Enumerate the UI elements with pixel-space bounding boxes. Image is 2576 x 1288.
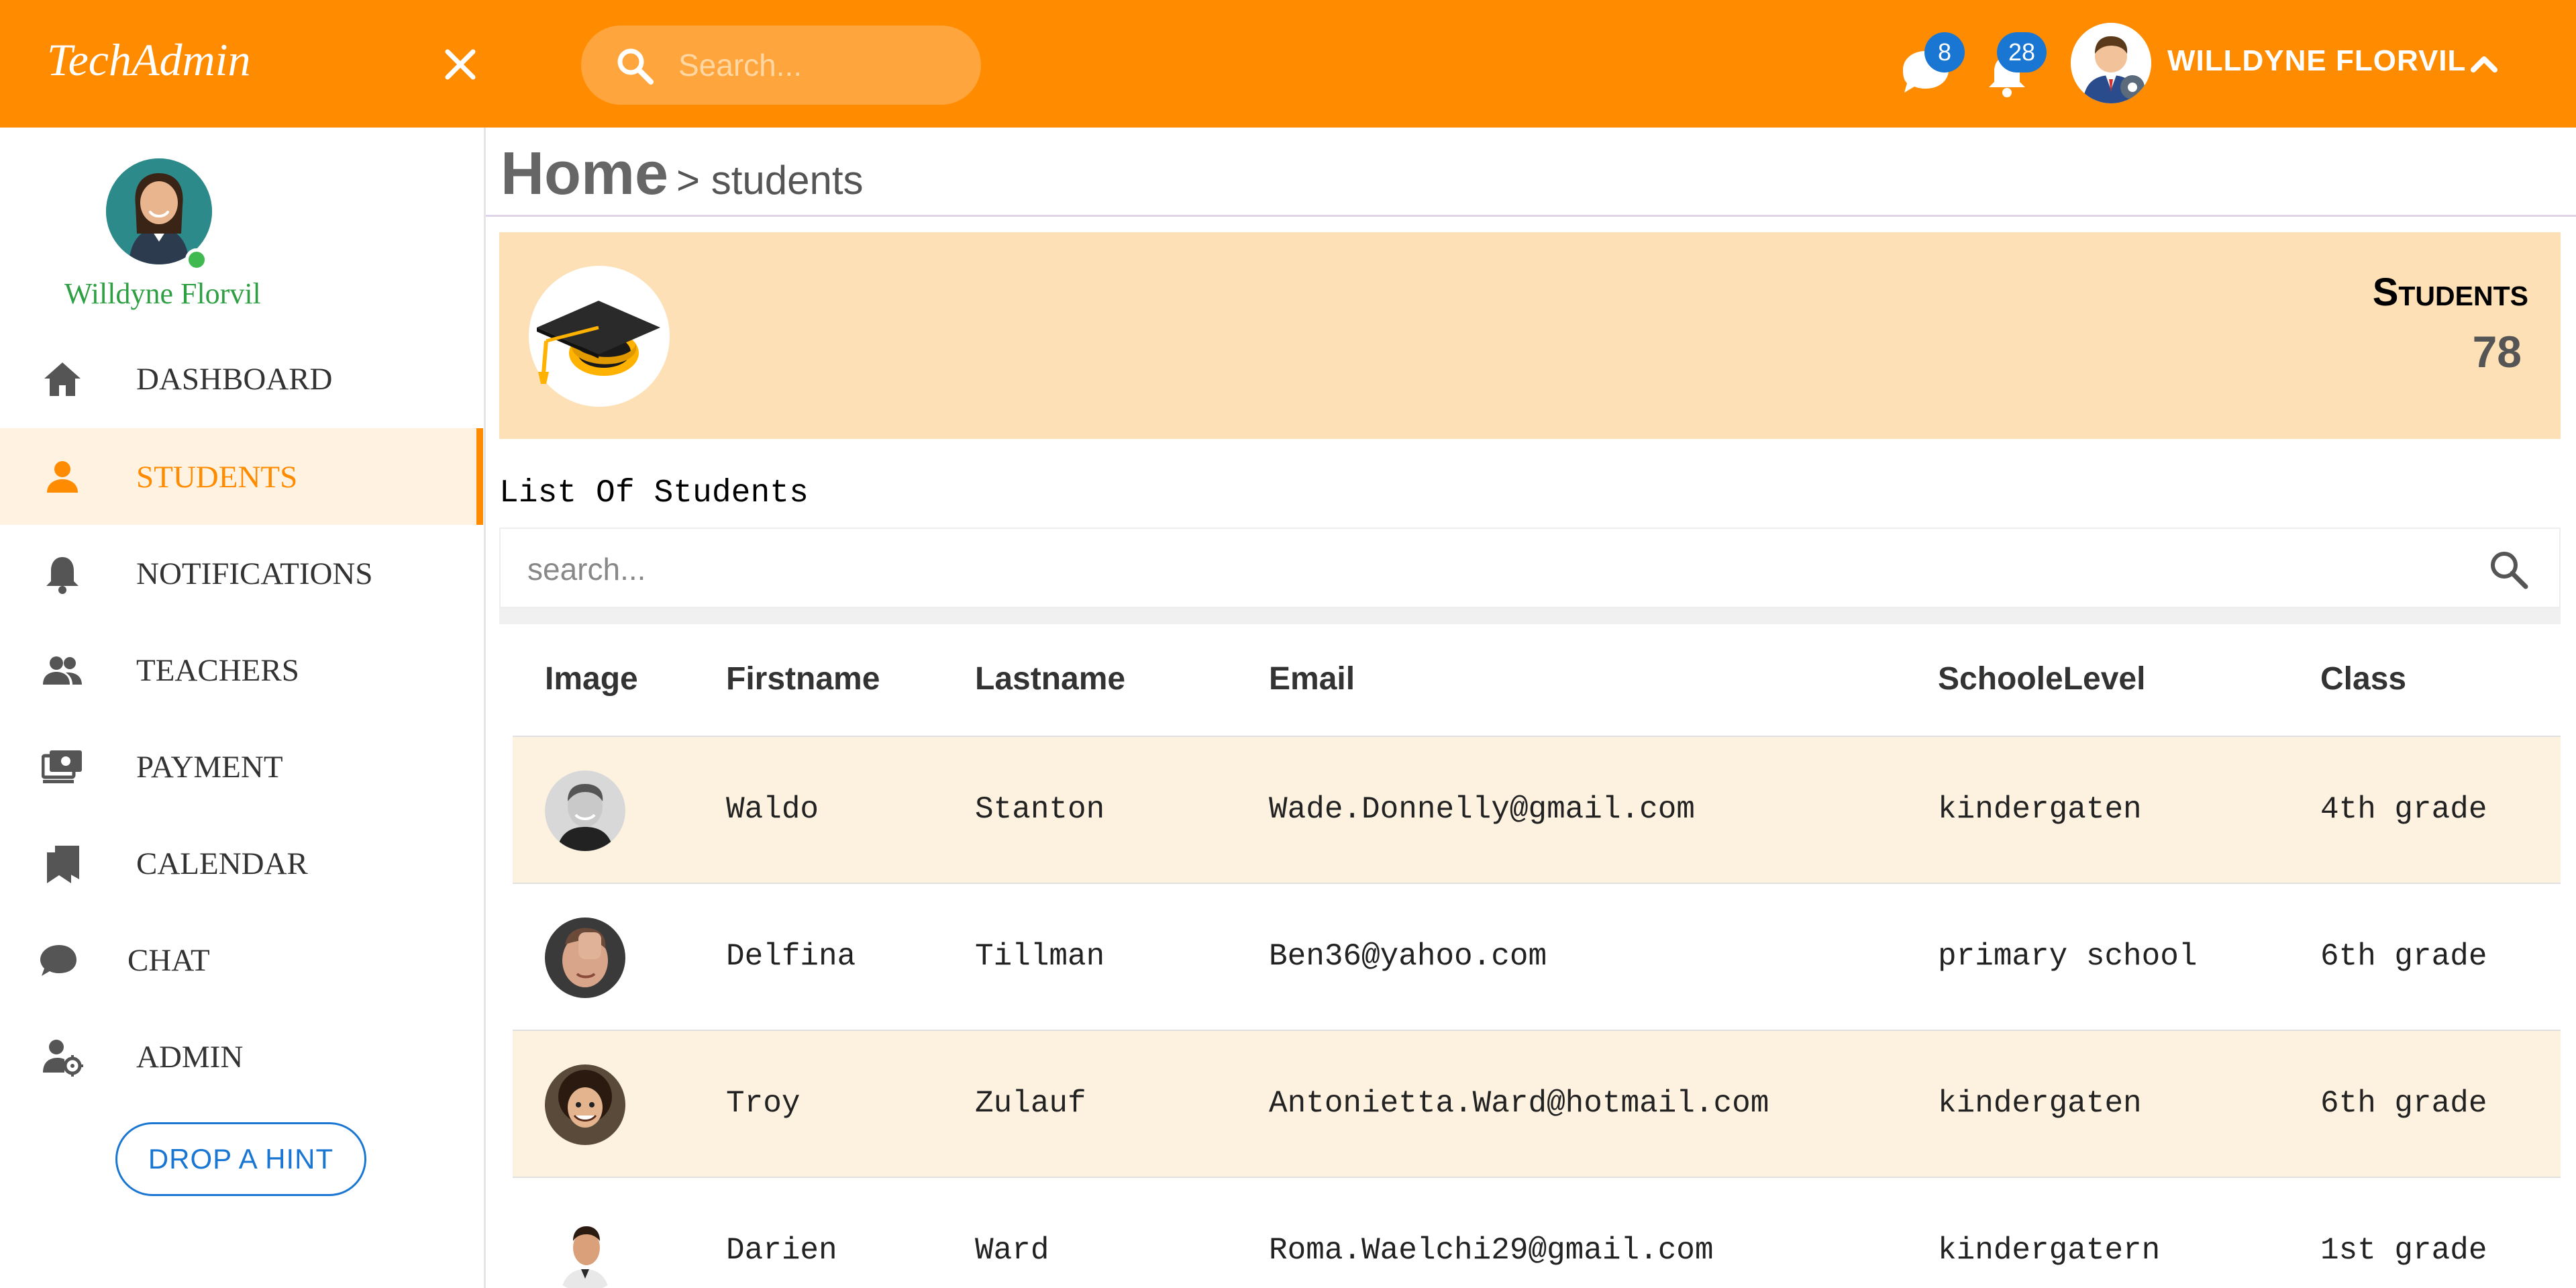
students-card-title: Students — [2372, 270, 2528, 314]
column-header-class[interactable]: Class — [2320, 660, 2406, 697]
column-header-image[interactable]: Image — [545, 660, 638, 697]
home-icon — [44, 362, 81, 396]
student-photo — [545, 771, 625, 851]
cell-email: Ben36@yahoo.com — [1269, 939, 1547, 974]
cell-school-level: kindergaten — [1938, 792, 2142, 827]
breadcrumb-home[interactable]: Home — [501, 140, 668, 209]
sidebar-item-chat[interactable]: CHAT — [0, 911, 483, 1008]
global-search-input[interactable] — [678, 39, 960, 91]
cell-firstname: Troy — [726, 1086, 801, 1121]
user-avatar[interactable] — [2071, 23, 2151, 103]
column-header-firstname[interactable]: Firstname — [726, 660, 880, 697]
search-icon — [617, 48, 654, 85]
sidebar: Willdyne Florvil DASHBOARD STUDENTS NOTI… — [0, 128, 486, 1288]
table-row[interactable]: Troy Zulauf Antonietta.Ward@hotmail.com … — [513, 1031, 2561, 1178]
graduation-cap-icon — [537, 301, 660, 384]
cell-lastname: Stanton — [975, 792, 1105, 827]
sidebar-item-label: ADMIN — [136, 1040, 244, 1075]
drop-a-hint-button[interactable]: DROP A HINT — [115, 1122, 366, 1196]
cell-firstname: Waldo — [726, 792, 819, 827]
cell-school-level: kindergatern — [1938, 1233, 2161, 1268]
column-header-school-level[interactable]: SchooleLevel — [1938, 660, 2145, 697]
brand-logo[interactable]: TechAdmin — [47, 34, 250, 87]
payment-icon — [42, 750, 82, 783]
profile-name: Willdyne Florvil — [64, 277, 261, 310]
sidebar-item-students[interactable]: STUDENTS — [0, 428, 483, 525]
sidebar-item-label: NOTIFICATIONS — [136, 556, 373, 591]
graduation-cap-badge — [529, 266, 670, 407]
notifications-count-badge: 28 — [1997, 32, 2047, 72]
student-search-box — [499, 528, 2561, 608]
cell-email: Roma.Waelchi29@gmail.com — [1269, 1233, 1714, 1268]
student-photo — [545, 1211, 625, 1288]
breadcrumb-divider — [486, 215, 2576, 217]
table-top-border — [499, 608, 2561, 624]
messages-count-badge: 8 — [1924, 32, 1965, 72]
student-avatar — [545, 1064, 625, 1145]
bell-icon — [46, 557, 79, 594]
sidebar-item-dashboard[interactable]: DASHBOARD — [0, 330, 483, 427]
cell-class: 6th grade — [2320, 1086, 2487, 1121]
students-table: Image Firstname Lastname Email SchooleLe… — [513, 624, 2561, 1288]
cell-firstname: Delfina — [726, 939, 856, 974]
user-name[interactable]: WILLDYNE FLORVIL — [2167, 44, 2466, 78]
cell-lastname: Tillman — [975, 939, 1105, 974]
people-icon — [43, 656, 82, 685]
close-icon — [445, 49, 476, 80]
column-header-lastname[interactable]: Lastname — [975, 660, 1125, 697]
sidebar-item-label: STUDENTS — [136, 460, 298, 495]
sidebar-item-payment[interactable]: PAYMENT — [0, 718, 483, 815]
chevron-up-icon — [2471, 56, 2497, 72]
student-avatar — [545, 1211, 625, 1288]
table-row[interactable]: Darien Ward Roma.Waelchi29@gmail.com kin… — [513, 1178, 2561, 1288]
student-photo — [545, 918, 625, 998]
cell-lastname: Zulauf — [975, 1086, 1086, 1121]
cell-email: Wade.Donnelly@gmail.com — [1269, 792, 1695, 827]
sidebar-item-label: DASHBOARD — [136, 362, 333, 397]
table-row[interactable]: Delfina Tillman Ben36@yahoo.com primary … — [513, 884, 2561, 1031]
global-search-box — [581, 26, 981, 105]
sidebar-item-calendar[interactable]: CALENDAR — [0, 815, 483, 911]
column-header-email[interactable]: Email — [1269, 660, 1355, 697]
close-sidebar-button[interactable] — [437, 42, 483, 87]
user-avatar-image — [2071, 23, 2151, 103]
table-header: Image Firstname Lastname Email SchooleLe… — [513, 624, 2561, 737]
student-photo — [545, 1064, 625, 1145]
top-app-bar: TechAdmin 8 28 — [0, 0, 2576, 128]
chat-bubble-icon — [40, 945, 76, 976]
online-status-dot — [185, 248, 208, 271]
cell-class: 1st grade — [2320, 1233, 2487, 1268]
students-count: 78 — [2472, 327, 2522, 377]
table-row[interactable]: Waldo Stanton Wade.Donnelly@gmail.com ki… — [513, 737, 2561, 884]
sidebar-item-label: TEACHERS — [136, 653, 299, 688]
cell-email: Antonietta.Ward@hotmail.com — [1269, 1086, 1769, 1121]
person-icon — [47, 461, 78, 493]
breadcrumb-current: > students — [676, 158, 864, 203]
student-avatar — [545, 918, 625, 998]
user-menu-toggle[interactable] — [2465, 46, 2503, 83]
cell-lastname: Ward — [975, 1233, 1049, 1268]
sidebar-item-notifications[interactable]: NOTIFICATIONS — [0, 525, 483, 622]
student-list-title: List Of Students — [499, 475, 809, 511]
cell-school-level: kindergaten — [1938, 1086, 2142, 1121]
sidebar-item-label: PAYMENT — [136, 750, 283, 785]
student-search-input[interactable] — [527, 542, 2406, 596]
cell-class: 6th grade — [2320, 939, 2487, 974]
student-avatar — [545, 771, 625, 851]
search-icon[interactable] — [2487, 548, 2530, 591]
sidebar-item-label: CALENDAR — [136, 846, 308, 881]
students-summary-card: Students 78 — [499, 232, 2561, 439]
cell-class: 4th grade — [2320, 792, 2487, 827]
sidebar-item-label: CHAT — [127, 943, 210, 978]
cell-school-level: primary school — [1938, 939, 2198, 974]
bookmarks-icon — [47, 846, 79, 883]
sidebar-item-teachers[interactable]: TEACHERS — [0, 622, 483, 718]
admin-settings-icon — [43, 1040, 83, 1077]
sidebar-item-admin[interactable]: ADMIN — [0, 1008, 483, 1105]
cell-firstname: Darien — [726, 1233, 837, 1268]
